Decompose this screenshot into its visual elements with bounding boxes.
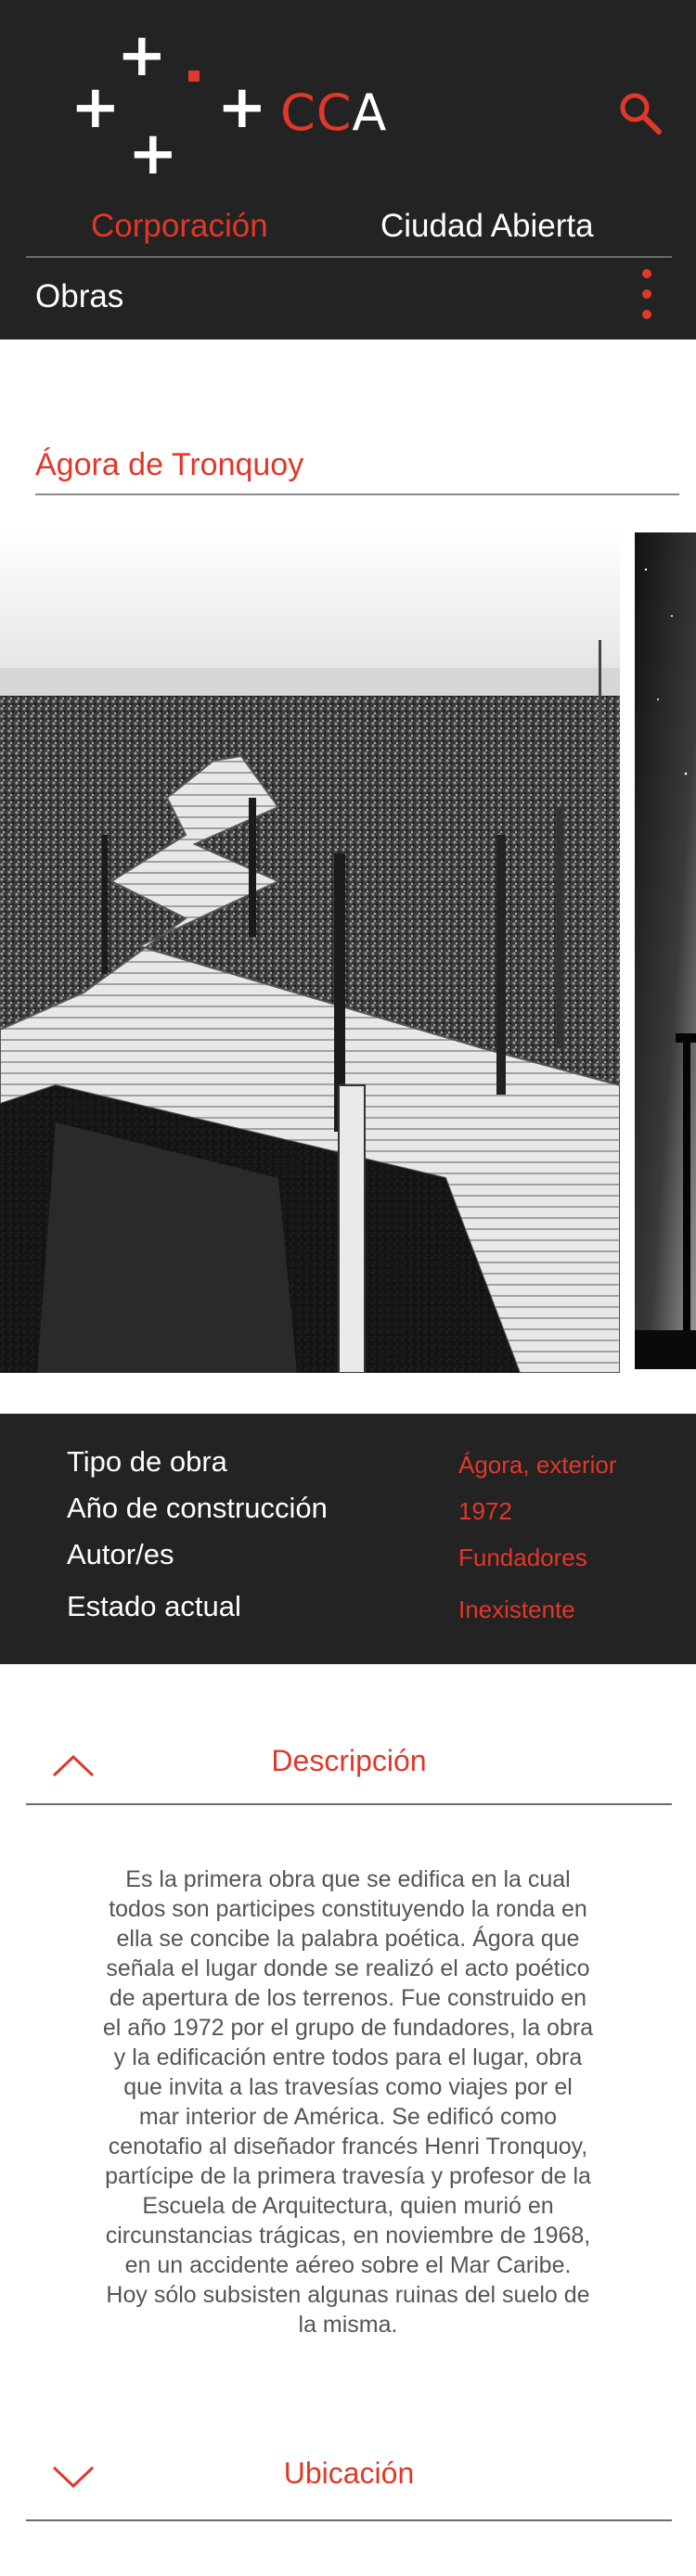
title-divider xyxy=(35,493,679,495)
nav-corporacion[interactable]: Corporación xyxy=(91,208,268,245)
info-value: Ágora, exterior xyxy=(458,1451,617,1479)
accordion-title: Ubicación xyxy=(283,2456,415,2490)
info-key: Estado actual xyxy=(67,1590,241,1622)
gallery-photo-next[interactable] xyxy=(635,532,696,1369)
logo-plus-mark: + xyxy=(117,21,167,90)
info-key: Autor/es xyxy=(67,1538,174,1570)
info-key: Tipo de obra xyxy=(67,1445,227,1478)
logo-plus-mark: + xyxy=(71,73,121,142)
nav-divider xyxy=(26,256,672,258)
info-value: Inexistente xyxy=(458,1596,575,1623)
kebab-menu-icon[interactable] xyxy=(637,269,659,323)
info-row-autor: Autor/es Fundadores xyxy=(0,1538,696,1584)
accordion-divider xyxy=(26,1803,672,1805)
accordion-title: Descripción xyxy=(271,1744,427,1777)
info-key: Año de construcción xyxy=(67,1492,328,1524)
cca-logo[interactable]: + + + + CCA xyxy=(71,26,405,189)
info-panel: Tipo de obra Ágora, exterior Año de cons… xyxy=(0,1414,696,1664)
info-row-ano: Año de construcción 1972 xyxy=(0,1492,696,1538)
info-value: Fundadores xyxy=(458,1544,587,1571)
section-label: Obras xyxy=(35,278,124,314)
accordion-divider xyxy=(26,2519,672,2521)
photo-gallery[interactable] xyxy=(0,529,696,1373)
logo-plus-mark: + xyxy=(217,73,267,142)
info-row-tipo: Tipo de obra Ágora, exterior xyxy=(0,1445,696,1492)
app-header: + + + + CCA Corporación Ciudad Abierta O… xyxy=(0,0,696,340)
description-text: Es la primera obra que se edifica en la … xyxy=(102,1866,594,2338)
info-row-estado: Estado actual Inexistente xyxy=(0,1590,696,1636)
logo-wordmark: CCA xyxy=(280,83,388,142)
accordion-ubicacion[interactable]: Ubicación xyxy=(26,2440,672,2514)
gallery-photo-boardwalk[interactable] xyxy=(0,529,620,1373)
info-value: 1972 xyxy=(458,1497,512,1525)
logo-dot xyxy=(188,70,200,82)
search-icon[interactable] xyxy=(616,89,664,137)
page-title: Ágora de Tronquoy xyxy=(35,447,304,482)
nav-ciudad-abierta[interactable]: Ciudad Abierta xyxy=(380,208,594,245)
logo-plus-mark: + xyxy=(128,120,178,188)
accordion-descripcion[interactable]: Descripción xyxy=(26,1727,672,1801)
